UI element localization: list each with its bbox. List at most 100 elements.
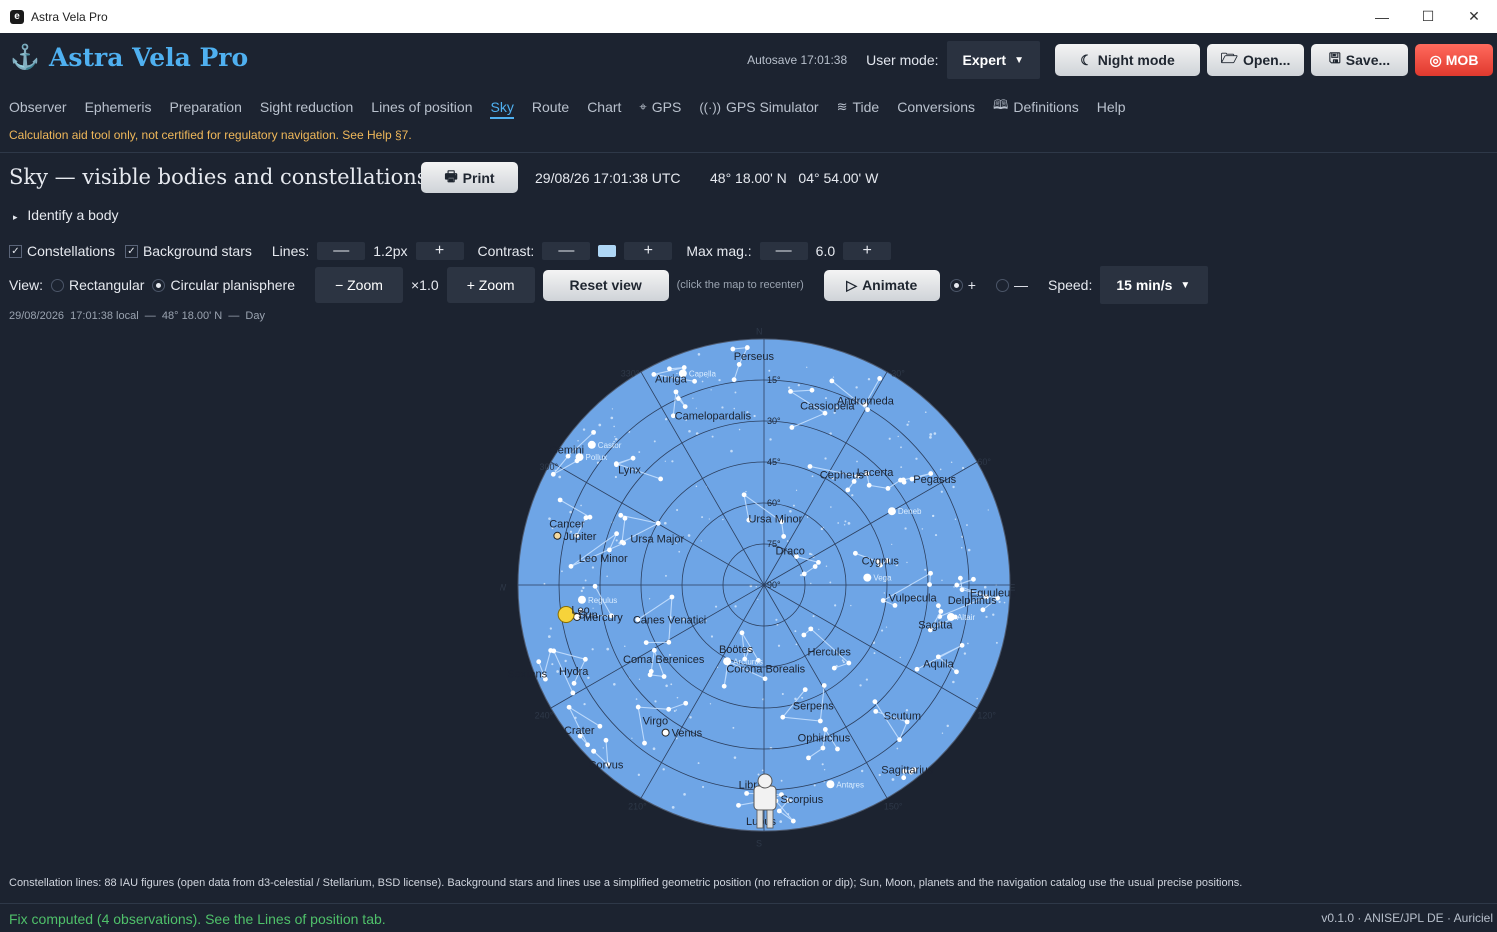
background-star bbox=[867, 377, 871, 381]
zoom-out-button[interactable]: − Zoom bbox=[315, 267, 403, 303]
autosave-status: Autosave 17:01:38 bbox=[747, 53, 848, 67]
constellation-star bbox=[655, 520, 661, 526]
background-star bbox=[781, 692, 784, 696]
background-star bbox=[795, 489, 798, 491]
tab-route[interactable]: Route bbox=[532, 97, 569, 117]
background-star bbox=[757, 773, 760, 776]
azimuth-label: S bbox=[756, 838, 762, 848]
background-star bbox=[606, 575, 608, 578]
max-mag-decrease-button[interactable]: — bbox=[759, 242, 808, 260]
tab-preparation[interactable]: Preparation bbox=[170, 97, 242, 117]
close-button[interactable]: ✕ bbox=[1451, 0, 1497, 33]
view-circular-radio[interactable]: Circular planisphere bbox=[152, 277, 295, 293]
tab-tide[interactable]: ≋ Tide bbox=[837, 97, 880, 117]
tab-observer[interactable]: Observer bbox=[9, 97, 67, 117]
altitude-label: 45° bbox=[767, 457, 781, 467]
constellation-label: Cygnus bbox=[862, 555, 900, 567]
constellation-star bbox=[571, 680, 577, 686]
background-star bbox=[934, 534, 938, 537]
star-label: Deneb bbox=[898, 507, 922, 516]
zoom-in-button[interactable]: + Zoom bbox=[446, 267, 535, 303]
background-star bbox=[932, 514, 935, 517]
background-star bbox=[653, 440, 656, 443]
background-star bbox=[952, 680, 955, 684]
maximize-button[interactable]: ☐ bbox=[1405, 0, 1451, 33]
tab-ephemeris[interactable]: Ephemeris bbox=[85, 97, 152, 117]
background-star bbox=[855, 386, 858, 389]
azimuth-label: 210° bbox=[628, 801, 647, 811]
background-stars-checkbox[interactable]: ✓ Background stars bbox=[124, 243, 252, 259]
user-mode-select[interactable]: Expert ▼ bbox=[946, 41, 1040, 79]
tab-sky[interactable]: Sky bbox=[490, 97, 514, 119]
reset-view-button[interactable]: Reset view bbox=[542, 269, 669, 301]
tab-gps-simulator[interactable]: ((·)) GPS Simulator bbox=[699, 97, 818, 117]
print-button[interactable]: 🖶 Print bbox=[421, 162, 518, 193]
background-star bbox=[631, 737, 633, 739]
background-star bbox=[580, 589, 583, 593]
constellation-star bbox=[954, 669, 959, 675]
direction-forward-radio[interactable]: + bbox=[949, 277, 976, 293]
max-mag-increase-button[interactable]: + bbox=[843, 242, 892, 260]
background-star bbox=[702, 785, 705, 789]
background-star bbox=[664, 418, 668, 421]
constellation-star bbox=[661, 674, 667, 679]
constellation-star bbox=[877, 376, 883, 381]
background-star bbox=[683, 793, 686, 796]
constellation-star bbox=[776, 808, 782, 814]
tab-definitions[interactable]: 🕮 Definitions bbox=[993, 97, 1079, 117]
animate-button[interactable]: ▷ Animate bbox=[823, 269, 940, 301]
constellation-star bbox=[812, 564, 818, 569]
night-mode-button[interactable]: ☾ Night mode bbox=[1055, 44, 1200, 76]
background-star bbox=[688, 429, 691, 433]
view-rectangular-radio[interactable]: Rectangular bbox=[50, 277, 144, 293]
sky-planisphere[interactable]: 90°75°60°45°30°15°330°300°240°210° 150°12… bbox=[500, 318, 1028, 858]
constellation-label: Canes Venatici bbox=[633, 614, 706, 626]
tab-gps[interactable]: ⌖ GPS bbox=[639, 97, 681, 117]
disk-icon: 🖫 bbox=[1328, 50, 1341, 66]
minimize-button[interactable]: — bbox=[1359, 0, 1405, 33]
lines-decrease-button[interactable]: — bbox=[317, 242, 366, 260]
tab-label: Ephemeris bbox=[84, 99, 152, 115]
contrast-decrease-button[interactable]: — bbox=[542, 242, 591, 260]
constellation-star bbox=[829, 378, 835, 384]
lifebuoy-icon: ◎ bbox=[1429, 51, 1442, 68]
speed-select[interactable]: 15 min/s ▼ bbox=[1100, 266, 1209, 304]
tab-label: Help bbox=[1096, 99, 1126, 115]
tab-sight-reduction[interactable]: Sight reduction bbox=[260, 97, 353, 117]
identify-body-toggle[interactable]: ▸ Identify a body bbox=[13, 207, 118, 223]
page-title: Sky — visible bodies and constellations bbox=[9, 165, 428, 189]
constellation-label: Boötes bbox=[719, 644, 754, 656]
background-star bbox=[664, 460, 666, 462]
tab-label: Route bbox=[531, 99, 570, 115]
lines-increase-button[interactable]: + bbox=[415, 242, 464, 260]
constellation-star bbox=[865, 407, 870, 413]
background-star bbox=[561, 570, 563, 573]
mob-button[interactable]: ◎ MOB bbox=[1415, 44, 1493, 76]
background-star bbox=[906, 423, 909, 426]
planet-marker bbox=[661, 728, 670, 737]
user-mode-value: Expert bbox=[962, 52, 1007, 68]
tab-label: Chart bbox=[587, 99, 622, 115]
named-star bbox=[887, 507, 896, 516]
tab-lines-of-position[interactable]: Lines of position bbox=[371, 97, 472, 117]
save-button[interactable]: 🖫 Save... bbox=[1311, 44, 1408, 76]
tab-help[interactable]: Help bbox=[1097, 97, 1126, 117]
background-star bbox=[710, 635, 714, 638]
constellations-checkbox[interactable]: ✓ Constellations bbox=[9, 243, 115, 259]
direction-backward-radio[interactable]: — bbox=[995, 277, 1028, 293]
constellation-label: Andromeda bbox=[837, 396, 895, 408]
constellation-label: Hercules bbox=[808, 646, 852, 658]
background-star bbox=[613, 683, 616, 686]
constellation-star bbox=[790, 818, 796, 824]
contrast-increase-button[interactable]: + bbox=[624, 242, 673, 260]
tab-conversions[interactable]: Conversions bbox=[897, 97, 975, 117]
background-star bbox=[825, 565, 828, 568]
contrast-swatch bbox=[598, 245, 617, 257]
open-button[interactable]: 🗁 Open... bbox=[1207, 44, 1304, 76]
direction-forward-label: + bbox=[967, 277, 976, 293]
tab-chart[interactable]: Chart bbox=[587, 97, 621, 117]
check-icon: ✓ bbox=[9, 244, 22, 258]
background-star bbox=[829, 581, 832, 584]
constellation-star bbox=[582, 656, 588, 662]
constellation-star bbox=[630, 455, 636, 461]
